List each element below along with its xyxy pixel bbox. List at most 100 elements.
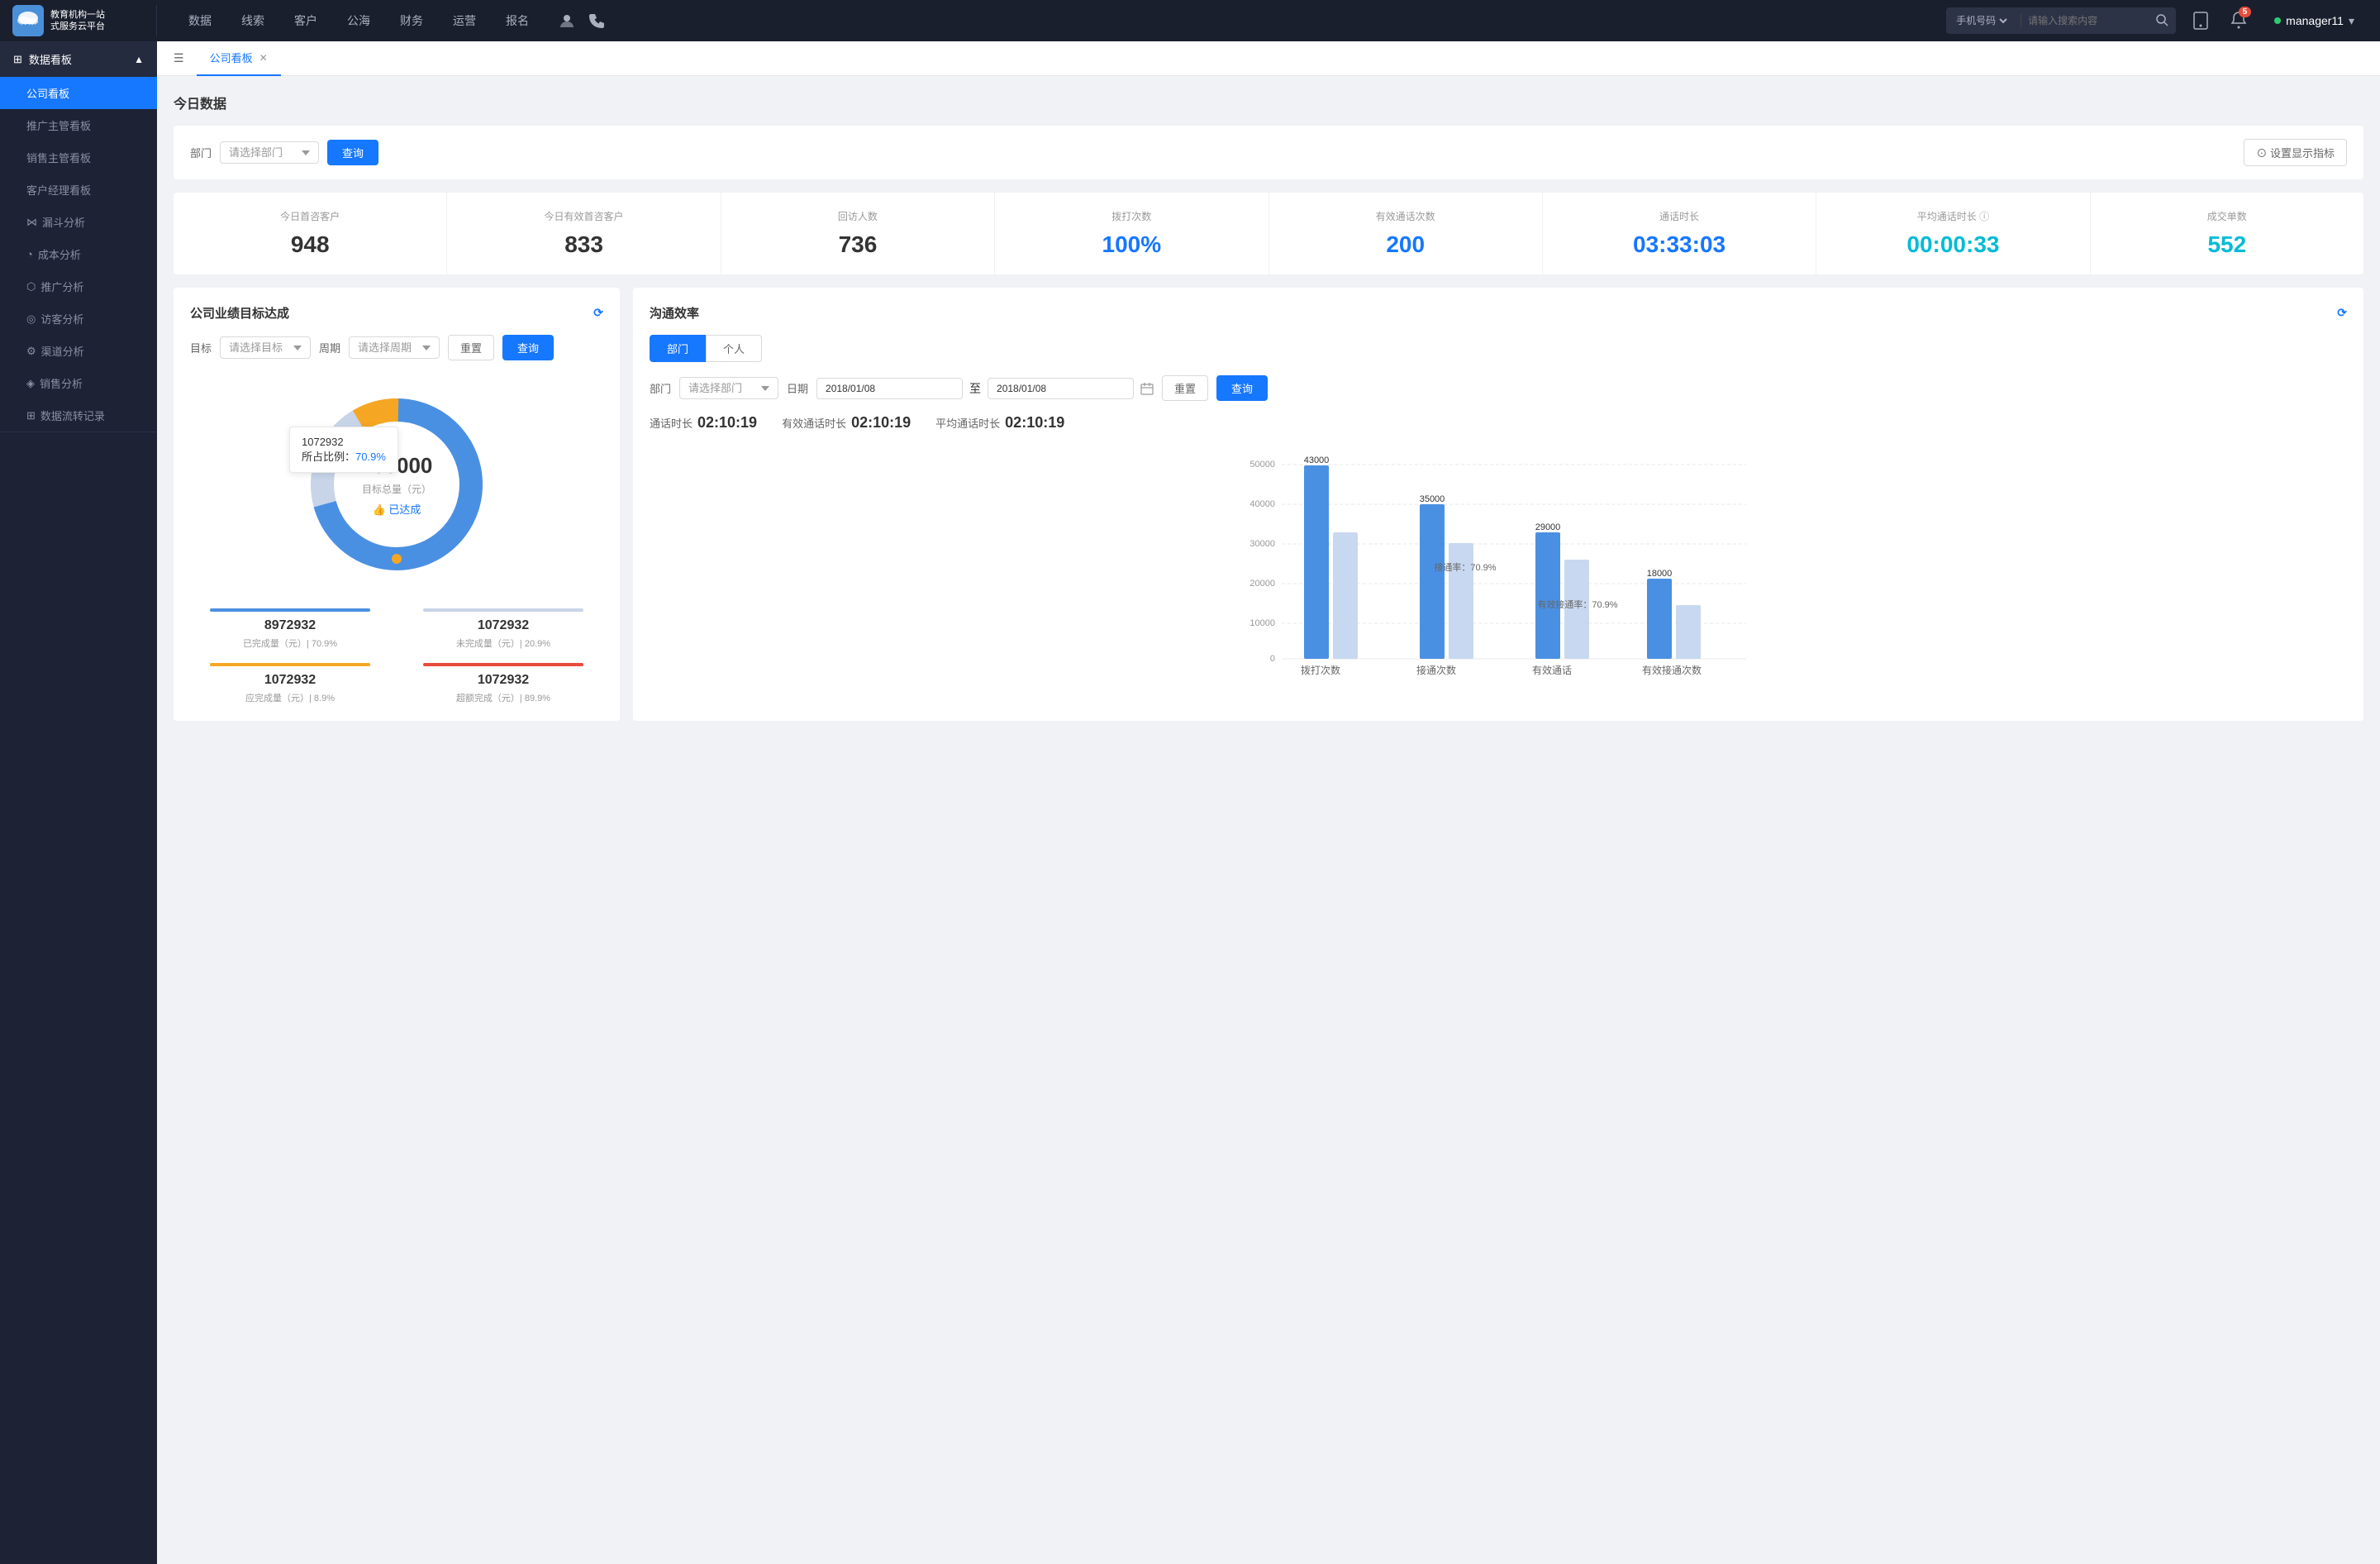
- sidebar-collapse-icon: ▲: [134, 54, 144, 65]
- performance-query-btn[interactable]: 查询: [502, 335, 554, 360]
- nav-signup[interactable]: 报名: [491, 0, 544, 41]
- svg-text:有效接通率：70.9%: 有效接通率：70.9%: [1537, 598, 1617, 610]
- sidebar-item-sales-board[interactable]: 销售主管看板: [0, 141, 157, 174]
- call-duration-summary: 通话时长 02:10:19: [650, 414, 757, 432]
- nav-leads[interactable]: 线索: [226, 0, 279, 41]
- phone-icon-btn[interactable]: [582, 6, 612, 36]
- top-navigation: CRM 教育机构一站 式服务云平台 数据 线索 客户 公海 财务 运营 报名 手…: [0, 0, 2380, 41]
- effective-duration-summary: 有效通话时长 02:10:19: [782, 414, 911, 432]
- nav-ops[interactable]: 运营: [438, 0, 491, 41]
- calendar-icon: [1140, 382, 1154, 395]
- stat-effective-calls: 有效通话次数 200: [1269, 193, 1543, 274]
- avg-duration-summary: 平均通话时长 02:10:19: [935, 414, 1064, 432]
- personal-tab-btn[interactable]: 个人: [706, 335, 762, 362]
- nav-sea[interactable]: 公海: [332, 0, 385, 41]
- sidebar-item-cost[interactable]: ◔ 成本分析: [0, 238, 157, 270]
- efficiency-dept-label: 部门: [650, 380, 671, 396]
- user-icon-btn[interactable]: [552, 6, 582, 36]
- date-end-input[interactable]: [988, 378, 1134, 399]
- svg-text:35000: 35000: [1420, 494, 1445, 504]
- notification-btn[interactable]: 5: [2230, 11, 2247, 31]
- stat-value-4: 200: [1286, 231, 1526, 258]
- tablet-icon-btn[interactable]: [2186, 6, 2216, 36]
- svg-text:接通次数: 接通次数: [1416, 664, 1456, 676]
- sidebar-item-company-board[interactable]: 公司看板: [0, 77, 157, 109]
- dept-select[interactable]: 请选择部门: [220, 141, 319, 164]
- svg-text:29000: 29000: [1535, 522, 1561, 532]
- sidebar-item-channel[interactable]: ⚙ 渠道分析: [0, 335, 157, 367]
- stat-call-duration: 通话时长 03:33:03: [1543, 193, 1816, 274]
- target-select[interactable]: 请选择目标: [220, 336, 311, 359]
- stat-label-2: 回访人数: [738, 209, 978, 223]
- main-layout: ⊞ 数据看板 ▲ 公司看板 推广主管看板 销售主管看板 客户经理看板 ⋈ 漏斗分…: [0, 41, 2380, 1564]
- period-select[interactable]: 请选择周期: [349, 336, 440, 359]
- bottom-section: 公司业绩目标达成 ⟳ 目标 请选择目标 周期 请选择周期 重置 查询: [174, 288, 2363, 721]
- svg-text:18000: 18000: [1647, 569, 1673, 579]
- avg-dur-label: 平均通话时长: [935, 415, 1000, 431]
- dept-select-area: 部门 请选择部门 查询: [190, 140, 378, 165]
- sidebar-item-visitor[interactable]: ◎ 访客分析: [0, 303, 157, 335]
- sidebar-section-dashboard: ⊞ 数据看板 ▲ 公司看板 推广主管看板 销售主管看板 客户经理看板 ⋈ 漏斗分…: [0, 41, 157, 432]
- svg-text:有效接通次数: 有效接通次数: [1642, 664, 1702, 676]
- setting-button[interactable]: ⊙ 设置显示指标: [2244, 139, 2347, 166]
- sidebar-section-header[interactable]: ⊞ 数据看板 ▲: [0, 41, 157, 77]
- nav-finance[interactable]: 财务: [385, 0, 438, 41]
- date-start-input[interactable]: [816, 378, 963, 399]
- svg-text:30000: 30000: [1250, 539, 1275, 549]
- sidebar-item-funnel[interactable]: ⋈ 漏斗分析: [0, 206, 157, 238]
- nav-data[interactable]: 数据: [174, 0, 226, 41]
- search-filter-select[interactable]: 手机号码: [1953, 14, 2010, 27]
- svg-text:50000: 50000: [1250, 460, 1275, 470]
- efficiency-reset-btn[interactable]: 重置: [1162, 375, 1208, 401]
- stat-effective-consult: 今日有效首咨客户 833: [447, 193, 721, 274]
- app-logo-icon: CRM: [12, 5, 44, 36]
- user-online-dot: [2274, 17, 2281, 24]
- stat-label-4: 有效通话次数: [1286, 209, 1526, 223]
- sidebar-item-data-flow[interactable]: ⊞ 数据流转记录: [0, 399, 157, 432]
- target-label: 目标: [190, 340, 212, 355]
- sidebar-item-promotion-analysis[interactable]: ⬡ 推广分析: [0, 270, 157, 303]
- visitor-icon: ◎: [26, 312, 36, 326]
- stat-value-3: 100%: [1011, 231, 1251, 258]
- notification-count: 5: [2239, 7, 2252, 17]
- query-button[interactable]: 查询: [327, 140, 378, 165]
- efficiency-card-title: 沟通效率 ⟳: [650, 304, 2347, 322]
- call-dur-label: 通话时长: [650, 415, 693, 431]
- search-icon: [2156, 14, 2169, 27]
- hamburger-icon[interactable]: ☰: [174, 51, 184, 65]
- sidebar-item-customer-manager-board[interactable]: 客户经理看板: [0, 174, 157, 206]
- user-dropdown-icon: ▾: [2349, 14, 2354, 28]
- performance-reset-btn[interactable]: 重置: [448, 335, 494, 360]
- date-range: 至: [816, 378, 1154, 399]
- performance-refresh-icon[interactable]: ⟳: [593, 306, 603, 320]
- user-info[interactable]: manager11 ▾: [2262, 14, 2367, 28]
- efficiency-query-btn[interactable]: 查询: [1216, 375, 1268, 401]
- efficiency-refresh-icon[interactable]: ⟳: [2337, 306, 2347, 320]
- svg-text:CRM: CRM: [21, 24, 35, 30]
- metric-bar-3: [423, 663, 583, 666]
- sidebar-item-promotion-board[interactable]: 推广主管看板: [0, 109, 157, 141]
- svg-text:0: 0: [1270, 654, 1275, 664]
- metric-bar-2: [210, 663, 370, 666]
- top-controls: 部门 请选择部门 查询 ⊙ 设置显示指标: [174, 126, 2363, 179]
- stat-label-5: 通话时长: [1559, 209, 1799, 223]
- efficiency-dept-select[interactable]: 请选择部门: [679, 377, 778, 399]
- metric-desc-3: 超额完成（元）| 89.9%: [403, 691, 603, 704]
- stat-first-consult: 今日首咨客户 948: [174, 193, 447, 274]
- sidebar-item-sales-analysis[interactable]: ◈ 销售分析: [0, 367, 157, 399]
- tab-close-icon[interactable]: ✕: [259, 52, 268, 64]
- metric-value-3: 1072932: [403, 673, 603, 688]
- metric-over-achieved: 1072932 超额完成（元）| 89.9%: [403, 663, 603, 704]
- nav-clients[interactable]: 客户: [279, 0, 332, 41]
- efficiency-date-label: 日期: [787, 380, 808, 396]
- dept-tab-btn[interactable]: 部门: [650, 335, 706, 362]
- search-input[interactable]: [2028, 15, 2156, 26]
- stat-avg-duration: 平均通话时长 ⓘ 00:00:33: [1816, 193, 2090, 274]
- tab-company-board[interactable]: 公司看板 ✕: [197, 41, 281, 76]
- effective-dur-value: 02:10:19: [851, 414, 911, 432]
- chart-controls: 目标 请选择目标 周期 请选择周期 重置 查询: [190, 335, 603, 360]
- donut-chart-area: 1072932 所占比例：70.9%: [190, 377, 603, 592]
- efficiency-stats-summary: 通话时长 02:10:19 有效通话时长 02:10:19 平均通话时长 02:…: [650, 414, 2347, 432]
- donut-tooltip-pct: 所占比例：70.9%: [302, 448, 386, 464]
- efficiency-tab-buttons: 部门 个人: [650, 335, 2347, 362]
